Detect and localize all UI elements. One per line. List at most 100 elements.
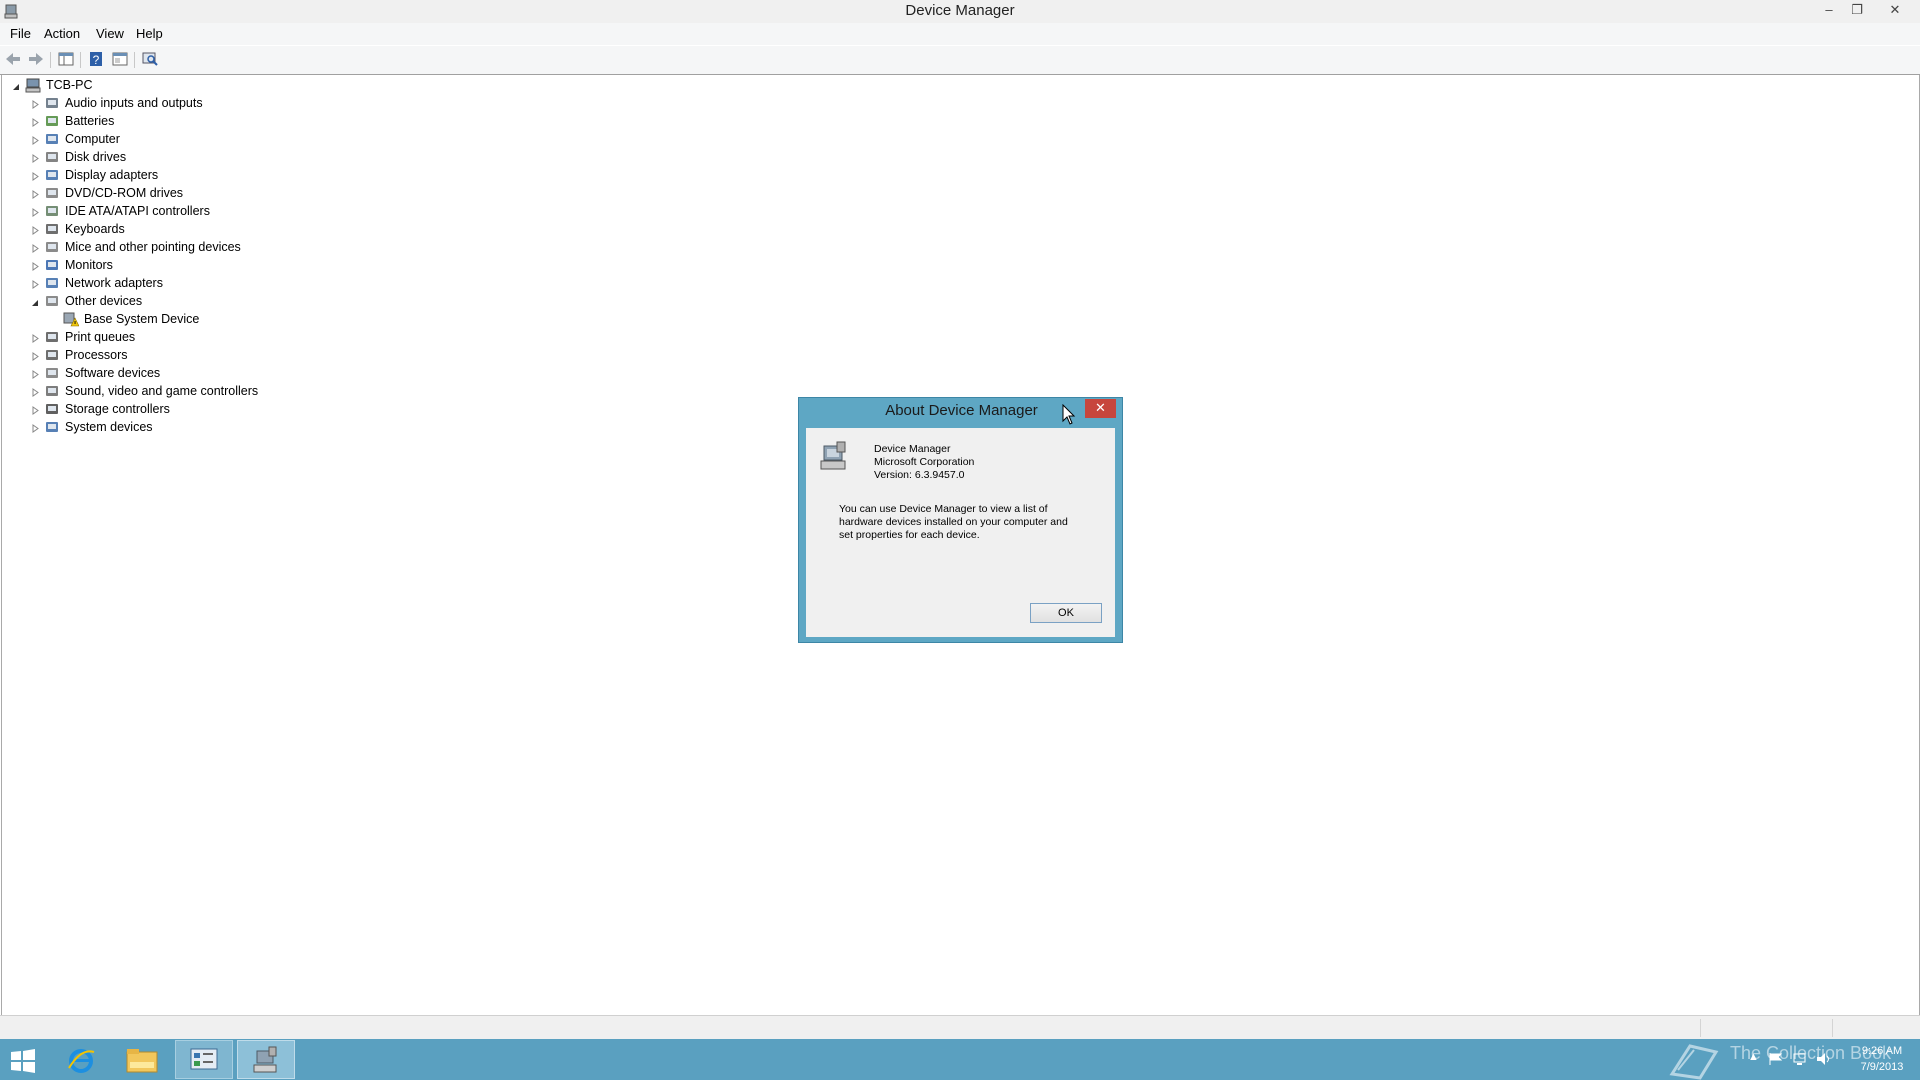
about-dialog: About Device Manager ✕ Device Manager Mi… — [798, 397, 1123, 643]
tree-category-label: Storage controllers — [65, 402, 170, 416]
menu-file[interactable]: File — [10, 26, 31, 41]
menu-help[interactable]: Help — [136, 26, 163, 41]
window-title: Device Manager — [905, 2, 1015, 19]
taskbar-file-explorer[interactable] — [113, 1040, 171, 1079]
dialog-close-button[interactable]: ✕ — [1085, 399, 1116, 418]
tree-category-label: Computer — [65, 132, 120, 146]
monitor-icon — [46, 260, 58, 270]
expand-arrow-icon[interactable] — [31, 190, 40, 199]
minimize-button[interactable]: – — [1814, 0, 1844, 22]
scan-hardware-icon[interactable] — [141, 50, 159, 68]
dialog-body: Device Manager Microsoft Corporation Ver… — [806, 428, 1115, 637]
tree-category-label: System devices — [65, 420, 153, 434]
expand-arrow-icon[interactable] — [31, 226, 40, 235]
tree-category-label: Display adapters — [65, 168, 159, 182]
expand-arrow-icon[interactable] — [31, 370, 40, 379]
taskbar-device-manager[interactable] — [237, 1040, 295, 1079]
forward-icon[interactable] — [27, 50, 45, 68]
tree-category-label: Sound, video and game controllers — [65, 384, 259, 398]
dialog-description-line: You can use Device Manager to view a lis… — [839, 503, 1048, 515]
tree-device-label: Base System Device — [84, 312, 200, 326]
close-icon: ✕ — [1095, 400, 1106, 415]
device-manager-icon — [253, 1046, 277, 1073]
start-button[interactable] — [0, 1040, 58, 1079]
taskbar-internet-explorer[interactable] — [52, 1040, 110, 1079]
toolbar-separator — [50, 52, 51, 68]
show-hide-console-tree-icon[interactable] — [57, 50, 75, 68]
volume-icon[interactable] — [1816, 1052, 1832, 1066]
restore-button[interactable]: ❐ — [1842, 0, 1872, 22]
svg-text:?: ? — [93, 53, 100, 67]
file-explorer-icon — [126, 1049, 158, 1073]
dialog-description-line: set properties for each device. — [839, 529, 980, 541]
clock-time[interactable]: 9:26 AM — [1852, 1045, 1912, 1057]
tree-category-label: Other devices — [65, 294, 143, 308]
expand-arrow-icon[interactable] — [31, 334, 40, 343]
display-adapter-icon — [46, 170, 58, 180]
clock-date[interactable]: 7/9/2013 — [1852, 1061, 1912, 1073]
tree-category-label: Monitors — [65, 258, 113, 272]
network-icon[interactable] — [1792, 1052, 1808, 1066]
close-icon: ✕ — [1889, 2, 1901, 17]
help-icon[interactable]: ? — [87, 50, 105, 68]
tree-category-label: Print queues — [65, 330, 136, 344]
toolbar-separator — [134, 52, 135, 68]
ide-controller-icon — [46, 206, 58, 216]
back-icon[interactable] — [4, 50, 22, 68]
restore-icon: ❐ — [1851, 2, 1863, 17]
processor-icon — [46, 350, 58, 360]
expand-arrow-icon[interactable] — [31, 424, 40, 433]
mouse-cursor-icon — [1062, 404, 1076, 425]
other-devices-icon — [46, 296, 58, 306]
software-device-icon — [46, 368, 58, 378]
expand-arrow-icon[interactable] — [31, 244, 40, 253]
expand-arrow-icon[interactable] — [31, 208, 40, 217]
tree-category-label: Processors — [65, 348, 128, 362]
dialog-product: Device Manager — [874, 443, 951, 455]
expand-arrow-icon[interactable] — [31, 388, 40, 397]
tree-category-label: Batteries — [65, 114, 115, 128]
expand-arrow-icon[interactable] — [31, 136, 40, 145]
collapse-arrow-icon[interactable] — [12, 82, 21, 91]
expand-arrow-icon[interactable] — [31, 100, 40, 109]
dialog-version: Version: 6.3.9457.0 — [874, 469, 965, 481]
mouse-icon — [46, 242, 58, 252]
action-center-flag-icon[interactable] — [1768, 1052, 1784, 1066]
tree-category-label: Audio inputs and outputs — [65, 96, 203, 110]
expand-arrow-icon[interactable] — [31, 154, 40, 163]
tree-root-label: TCB-PC — [46, 78, 93, 92]
taskbar-control-panel[interactable] — [175, 1040, 233, 1079]
expand-arrow-icon[interactable] — [31, 280, 40, 289]
tree-category-label: Keyboards — [65, 222, 125, 236]
properties-icon[interactable] — [111, 50, 129, 68]
dvd-drive-icon — [46, 188, 58, 198]
start-icon — [11, 1049, 35, 1073]
tree-category-label: IDE ATA/ATAPI controllers — [65, 204, 210, 218]
ok-button[interactable]: OK — [1030, 603, 1102, 623]
status-bar-divider — [1832, 1019, 1833, 1037]
computer-icon — [25, 78, 41, 93]
dialog-company: Microsoft Corporation — [874, 456, 975, 468]
expand-arrow-icon[interactable] — [31, 352, 40, 361]
dialog-description-line: hardware devices installed on your compu… — [839, 516, 1068, 528]
expand-arrow-icon[interactable] — [31, 172, 40, 181]
computer-icon — [46, 134, 58, 144]
expand-arrow-icon[interactable] — [31, 262, 40, 271]
sound-controller-icon — [46, 386, 58, 396]
expand-arrow-icon[interactable] — [31, 406, 40, 415]
battery-icon — [46, 116, 58, 126]
menu-action[interactable]: Action — [44, 26, 80, 41]
tray-arrow-icon[interactable]: ▲ — [1748, 1051, 1759, 1063]
collapse-arrow-icon[interactable] — [31, 298, 40, 307]
network-adapter-icon — [46, 278, 58, 288]
expand-arrow-icon[interactable] — [31, 118, 40, 127]
close-button[interactable]: ✕ — [1880, 0, 1910, 22]
disk-drive-icon — [46, 152, 58, 162]
toolbar: ? — [0, 46, 1920, 75]
warning-device-icon — [63, 312, 79, 327]
tree-category-label: Mice and other pointing devices — [65, 240, 241, 254]
menu-view[interactable]: View — [96, 26, 124, 41]
printer-icon — [46, 332, 58, 342]
book-watermark-icon — [1669, 1044, 1719, 1080]
internet-explorer-icon — [68, 1049, 95, 1073]
